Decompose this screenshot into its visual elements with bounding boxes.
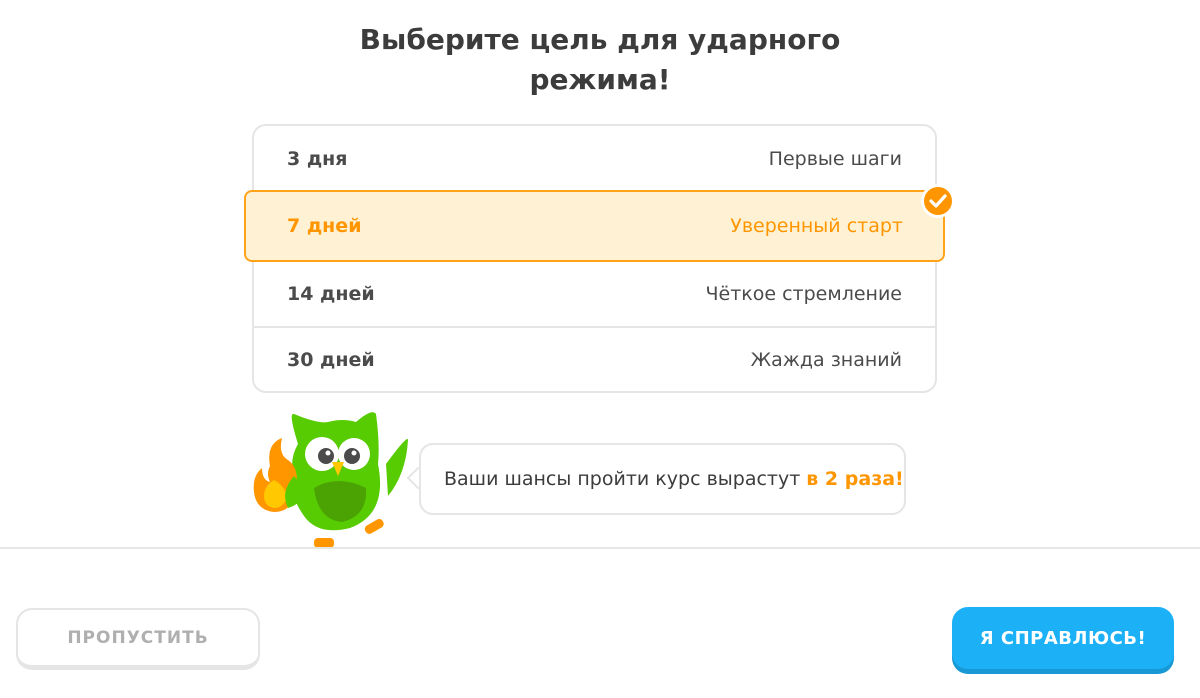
owl-mascot-icon [248,404,418,552]
goal-option-30-days[interactable]: 30 дней Жажда знаний [254,326,935,392]
checkmark-icon [921,184,955,218]
speech-bubble: Ваши шансы пройти курс вырастут в 2 раза… [419,443,906,515]
streak-goal-page: Выберите цель для ударного режима! 3 дня… [0,0,1200,698]
goal-label: Жажда знаний [750,349,902,371]
page-title: Выберите цель для ударного режима! [359,23,841,96]
goal-label: Уверенный старт [730,215,903,237]
goal-days: 7 дней [287,215,362,237]
goal-days: 14 дней [287,283,375,305]
goal-option-14-days[interactable]: 14 дней Чёткое стремление [254,260,935,326]
footer-divider [0,547,1200,549]
bubble-text: Ваши шансы пройти курс вырастут [444,468,801,490]
goal-days: 30 дней [287,349,375,371]
goal-option-3-days[interactable]: 3 дня Первые шаги [254,126,935,192]
bubble-highlight: в 2 раза! [806,468,904,490]
goal-label: Чёткое стремление [705,283,902,305]
skip-button[interactable]: ПРОПУСТИТЬ [16,608,260,670]
goal-days: 3 дня [287,148,348,170]
confirm-button[interactable]: Я СПРАВЛЮСЬ! [952,607,1174,669]
goal-label: Первые шаги [768,148,902,170]
goal-option-7-days-selected[interactable]: 7 дней Уверенный старт [244,190,945,262]
